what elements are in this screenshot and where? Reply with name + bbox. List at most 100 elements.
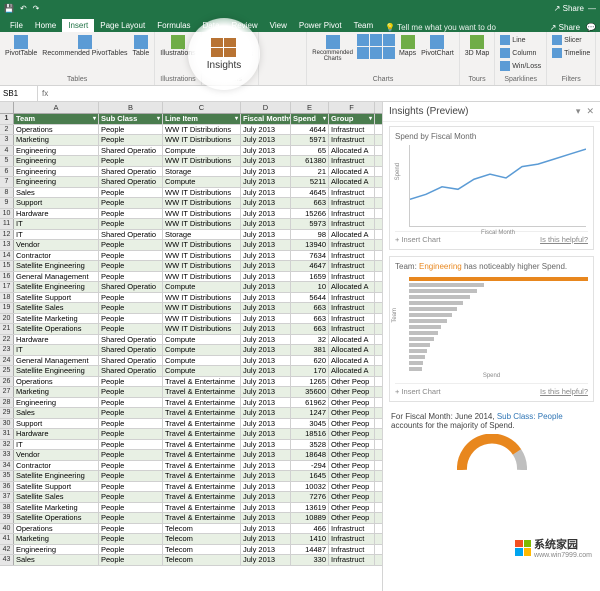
table-row[interactable]: 40OperationsPeopleTelecomJuly 2013466Inf…: [0, 524, 382, 535]
col-header[interactable]: E: [291, 102, 329, 113]
cell[interactable]: Travel & Entertainme: [163, 513, 241, 523]
cell[interactable]: 3045: [291, 419, 329, 429]
cell[interactable]: Infrastruct: [329, 251, 375, 261]
cell[interactable]: People: [99, 555, 163, 565]
table-row[interactable]: 8SalesPeopleWW IT DistributionsJuly 2013…: [0, 188, 382, 199]
table-header-cell[interactable]: Team: [14, 114, 99, 124]
cell[interactable]: Satellite Engineering: [14, 471, 99, 481]
col-header[interactable]: A: [14, 102, 99, 113]
table-button[interactable]: Table: [132, 34, 151, 58]
tab-power-pivot[interactable]: Power Pivot: [293, 19, 348, 32]
tell-me-search[interactable]: 💡 Tell me what you want to do: [385, 23, 496, 32]
cell[interactable]: 15266: [291, 209, 329, 219]
cell[interactable]: Infrastruct: [329, 524, 375, 534]
cell[interactable]: People: [99, 135, 163, 145]
row-header[interactable]: 22: [0, 335, 14, 345]
cell[interactable]: 663: [291, 314, 329, 324]
cell[interactable]: People: [99, 261, 163, 271]
table-row[interactable]: 41MarketingPeopleTelecomJuly 20131410Inf…: [0, 534, 382, 545]
cell[interactable]: 5973: [291, 219, 329, 229]
cell[interactable]: July 2013: [241, 303, 291, 313]
cell[interactable]: Travel & Entertainme: [163, 440, 241, 450]
cell[interactable]: July 2013: [241, 503, 291, 513]
cell[interactable]: 1645: [291, 471, 329, 481]
cell[interactable]: Infrastruct: [329, 314, 375, 324]
row-header[interactable]: 34: [0, 461, 14, 471]
cell[interactable]: People: [99, 503, 163, 513]
cell[interactable]: Travel & Entertainme: [163, 408, 241, 418]
row-header[interactable]: 9: [0, 198, 14, 208]
table-row[interactable]: 5EngineeringPeopleWW IT DistributionsJul…: [0, 156, 382, 167]
table-row[interactable]: 28EngineeringPeopleTravel & EntertainmeJ…: [0, 398, 382, 409]
row-header[interactable]: 24: [0, 356, 14, 366]
cell[interactable]: Hardware: [14, 335, 99, 345]
cell[interactable]: 1265: [291, 377, 329, 387]
cell[interactable]: Allocated A: [329, 177, 375, 187]
cell[interactable]: Satellite Sales: [14, 492, 99, 502]
cell[interactable]: Other Peop: [329, 503, 375, 513]
cell[interactable]: Support: [14, 198, 99, 208]
cell[interactable]: July 2013: [241, 261, 291, 271]
row-header[interactable]: 29: [0, 408, 14, 418]
table-row[interactable]: 43SalesPeopleTelecomJuly 2013330Infrastr…: [0, 555, 382, 566]
sparkline-column-button[interactable]: Column: [499, 47, 537, 59]
cell[interactable]: Travel & Entertainme: [163, 471, 241, 481]
cell[interactable]: People: [99, 272, 163, 282]
cell[interactable]: Engineering: [14, 156, 99, 166]
insert-chart-button[interactable]: + Insert Chart: [395, 387, 441, 396]
cell[interactable]: July 2013: [241, 209, 291, 219]
helpful-link[interactable]: Is this helpful?: [540, 387, 588, 396]
row-header[interactable]: 14: [0, 251, 14, 261]
cell[interactable]: Infrastruct: [329, 303, 375, 313]
cell[interactable]: July 2013: [241, 356, 291, 366]
helpful-link[interactable]: Is this helpful?: [540, 235, 588, 244]
row-header[interactable]: 32: [0, 440, 14, 450]
cell[interactable]: Infrastruct: [329, 188, 375, 198]
col-header[interactable]: D: [241, 102, 291, 113]
cell[interactable]: 13940: [291, 240, 329, 250]
sparkline-winloss-button[interactable]: Win/Loss: [499, 60, 542, 72]
cell[interactable]: Shared Operatio: [99, 177, 163, 187]
cell[interactable]: Storage: [163, 167, 241, 177]
insert-chart-button[interactable]: + Insert Chart: [395, 235, 441, 244]
cell[interactable]: Satellite Engineering: [14, 282, 99, 292]
cell[interactable]: Travel & Entertainme: [163, 387, 241, 397]
cell[interactable]: Satellite Marketing: [14, 314, 99, 324]
table-row[interactable]: 36Satellite SupportPeopleTravel & Entert…: [0, 482, 382, 493]
cell[interactable]: July 2013: [241, 324, 291, 334]
cell[interactable]: General Management: [14, 356, 99, 366]
cell[interactable]: Compute: [163, 177, 241, 187]
cell[interactable]: 10889: [291, 513, 329, 523]
cell[interactable]: 21: [291, 167, 329, 177]
cell[interactable]: Satellite Marketing: [14, 503, 99, 513]
cell[interactable]: Vendor: [14, 450, 99, 460]
cell[interactable]: Shared Operatio: [99, 230, 163, 240]
row-header[interactable]: 7: [0, 177, 14, 187]
table-row[interactable]: 7EngineeringShared OperatioComputeJuly 2…: [0, 177, 382, 188]
insight-link[interactable]: Sub Class: People: [497, 412, 563, 421]
cell[interactable]: Marketing: [14, 534, 99, 544]
cell[interactable]: WW IT Distributions: [163, 198, 241, 208]
cell[interactable]: People: [99, 524, 163, 534]
cell[interactable]: July 2013: [241, 240, 291, 250]
row-header[interactable]: 17: [0, 282, 14, 292]
cell[interactable]: July 2013: [241, 219, 291, 229]
row-header[interactable]: 35: [0, 471, 14, 481]
table-row[interactable]: 39Satellite OperationsPeopleTravel & Ent…: [0, 513, 382, 524]
cell[interactable]: 61962: [291, 398, 329, 408]
cell[interactable]: Engineering: [14, 398, 99, 408]
cell[interactable]: Contractor: [14, 251, 99, 261]
cell[interactable]: WW IT Distributions: [163, 261, 241, 271]
cell[interactable]: People: [99, 461, 163, 471]
cell[interactable]: Infrastruct: [329, 261, 375, 271]
table-row[interactable]: 30SupportPeopleTravel & EntertainmeJuly …: [0, 419, 382, 430]
cell[interactable]: People: [99, 303, 163, 313]
cell[interactable]: People: [99, 188, 163, 198]
cell[interactable]: July 2013: [241, 230, 291, 240]
row-header[interactable]: 6: [0, 167, 14, 177]
cell[interactable]: Contractor: [14, 461, 99, 471]
cell[interactable]: People: [99, 314, 163, 324]
cell[interactable]: Marketing: [14, 387, 99, 397]
cell[interactable]: July 2013: [241, 408, 291, 418]
cell[interactable]: 381: [291, 345, 329, 355]
